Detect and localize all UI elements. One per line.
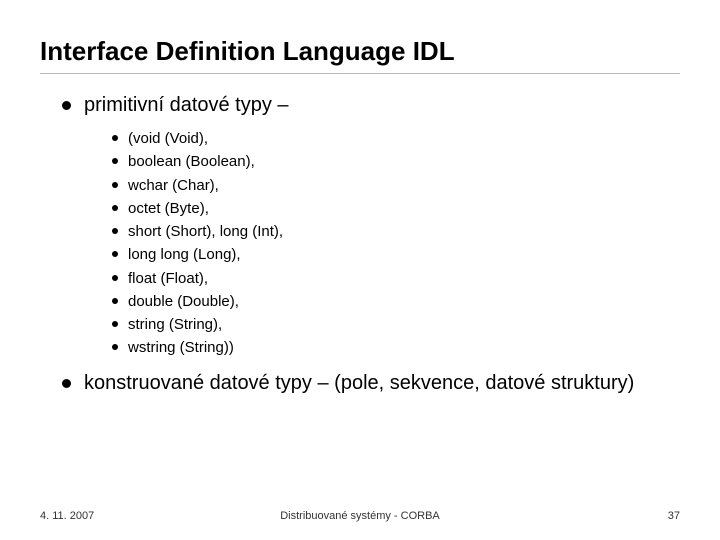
- list-item: float (Float),: [112, 267, 680, 290]
- title-underline: [40, 73, 680, 74]
- list-item-text: string (String),: [128, 316, 222, 333]
- slide-title: Interface Definition Language IDL: [40, 36, 680, 67]
- list-item: konstruované datové typy – (pole, sekven…: [62, 370, 680, 397]
- bullet-list-level1: primitivní datové typy – (void (Void), b…: [62, 92, 680, 397]
- list-item-text: double (Double),: [128, 293, 239, 310]
- list-item-text: float (Float),: [128, 270, 208, 287]
- list-item: boolean (Boolean),: [112, 150, 680, 173]
- slide: Interface Definition Language IDL primit…: [0, 0, 720, 540]
- list-item-text: (void (Void),: [128, 130, 208, 147]
- list-item-text: wstring (String)): [128, 339, 234, 356]
- list-item: wstring (String)): [112, 336, 680, 359]
- list-item-text: short (Short), long (Int),: [128, 223, 283, 240]
- list-item: primitivní datové typy – (void (Void), b…: [62, 92, 680, 360]
- list-item-text: long long (Long),: [128, 246, 241, 263]
- list-item-text: octet (Byte),: [128, 200, 209, 217]
- footer: 4. 11. 2007 Distribuované systémy - CORB…: [0, 510, 720, 522]
- list-item: wchar (Char),: [112, 174, 680, 197]
- footer-date: 4. 11. 2007: [40, 510, 94, 522]
- list-item: octet (Byte),: [112, 197, 680, 220]
- list-item-text: primitivní datové typy –: [84, 94, 289, 116]
- list-item-text: boolean (Boolean),: [128, 153, 255, 170]
- list-item-text: konstruované datové typy – (pole, sekven…: [84, 372, 634, 394]
- list-item: short (Short), long (Int),: [112, 220, 680, 243]
- bullet-list-level2: (void (Void), boolean (Boolean), wchar (…: [112, 127, 680, 360]
- list-item-text: wchar (Char),: [128, 177, 219, 194]
- footer-page: 37: [668, 510, 680, 522]
- list-item: string (String),: [112, 313, 680, 336]
- list-item: (void (Void),: [112, 127, 680, 150]
- list-item: double (Double),: [112, 290, 680, 313]
- list-item: long long (Long),: [112, 243, 680, 266]
- footer-center: Distribuované systémy - CORBA: [280, 510, 440, 522]
